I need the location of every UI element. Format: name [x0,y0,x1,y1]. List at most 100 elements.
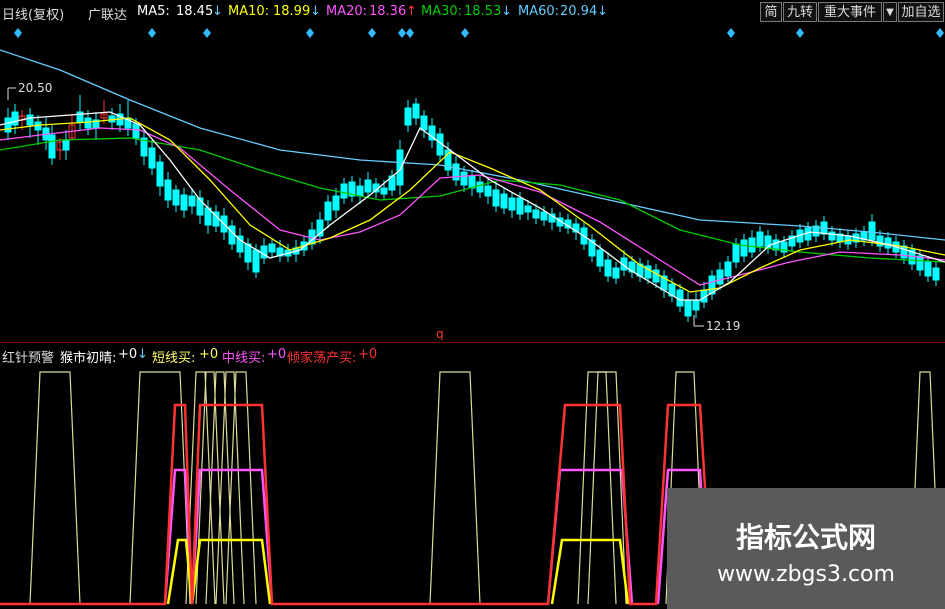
candle-body [868,221,876,241]
candle-body [468,175,476,189]
candle-body [364,179,372,193]
major-events-button[interactable]: 重大事件 [818,2,882,22]
candle-body [492,189,500,207]
ma20-arrow-icon: ↑ [406,4,417,19]
ma30-value: 18.53 [464,4,502,19]
events-dropdown-icon[interactable]: ▼ [883,2,897,22]
candle-body [884,237,892,249]
candle-body [540,211,548,221]
candle-body [748,237,756,253]
candle-body [740,239,748,257]
short-signal-line [587,371,617,605]
candle-body [684,299,692,317]
candle-body [716,269,724,285]
event-marker-icon [398,28,406,38]
watermark-url: www.zbgs3.com [717,562,895,587]
candle-body [172,189,180,206]
high-price-label: 20.50 [18,81,52,95]
ind-line3-label: 中线买: [222,351,266,366]
watermark-title: 指标公式网 [735,521,876,554]
candle-body [48,134,56,159]
indicator-header: 红针预警 猴市初晴: +0 ↓ 短线买: +0 中线买: +0 倾家荡产买: +… [0,344,945,366]
marker-q: q [436,327,444,341]
ma20-value: 18.36 [369,4,407,19]
low-price-label: 12.19 [706,319,740,333]
candle-body [148,147,156,169]
ma60-label: MA60: [518,4,560,19]
short-signal-line [29,371,81,605]
ma5-arrow-icon: ↓ [212,4,223,19]
short-signal-line [215,371,245,605]
ma60-value: 20.94 [560,4,598,19]
stock-chart-window: 20.50 12.19 q 日线(复权) 广联达 MA5: 18.45 ↓ MA10… [0,0,945,609]
candle-body [476,181,484,193]
candle-body [724,261,732,277]
candle-body [420,115,428,131]
event-marker-icon [368,28,376,38]
ma5-label: MA5: [137,4,170,19]
event-marker-icon [796,28,804,38]
candle-body [356,185,364,197]
candle-body [180,194,188,211]
candle-body [692,299,700,311]
simplified-button[interactable]: 简 [760,2,782,22]
candle-body [26,114,34,126]
candle-body [508,197,516,211]
candle-body [252,249,260,273]
candle-body [732,243,740,263]
candle-body [532,209,540,219]
pane-divider[interactable] [0,342,945,343]
indicator-name[interactable]: 红针预警 [2,347,54,366]
candle-body [132,123,140,139]
candle-body [516,197,524,215]
candle-body [828,231,836,241]
event-marker-icon [936,28,944,38]
candle-body [612,267,620,279]
ma20-label: MA20: [326,4,368,19]
candle-body [164,179,172,201]
candle-body [756,231,764,247]
candle-body [932,267,940,281]
ind-line2-value: +0 [199,347,219,362]
ind-line1-label: 猴市初晴: [60,351,117,366]
candle-body [268,243,276,253]
candle-body [396,149,404,186]
short-signal-line [225,371,257,605]
candle-body [460,171,468,186]
candle-body [596,249,604,267]
event-marker-icon [148,28,156,38]
ma30-label: MA30: [421,4,463,19]
candle-body [324,201,332,221]
event-marker-icon [203,28,211,38]
candle-body [524,205,532,213]
candle-body [380,187,388,195]
ind-line1-arrow-icon: ↓ [137,347,148,362]
ind-line1-value: +0 [118,347,138,362]
ind-line3-value: +0 [267,347,287,362]
watermark-panel: 指标公式网 www.zbgs3.com [667,488,945,609]
add-watchlist-button[interactable]: 加自选 [898,2,944,22]
period-label[interactable]: 日线(复权) [2,4,64,23]
candle-body [188,195,196,207]
ma30-arrow-icon: ↓ [501,4,512,19]
ma10-arrow-icon: ↓ [310,4,321,19]
stock-name: 广联达 [88,8,128,23]
event-marker-icon [14,28,22,38]
event-marker-icon [406,28,414,38]
candle-body [332,195,340,211]
candle-body [500,193,508,209]
candle-body [340,183,348,199]
ind-line4-label: 倾家荡产买: [287,351,357,366]
jiuzhuan-button[interactable]: 九转 [783,2,817,22]
ma5-value: 18.45 [176,4,214,19]
ma10-value: 18.99 [273,4,311,19]
short-signal-line [429,371,481,605]
short-signal-line [577,371,627,605]
candle-body [11,111,19,126]
short-signal-line [129,371,191,605]
candle-body [924,261,932,277]
candle-body [604,259,612,277]
candle-body [404,107,412,126]
event-marker-icon [306,28,314,38]
candle-body [84,117,92,129]
